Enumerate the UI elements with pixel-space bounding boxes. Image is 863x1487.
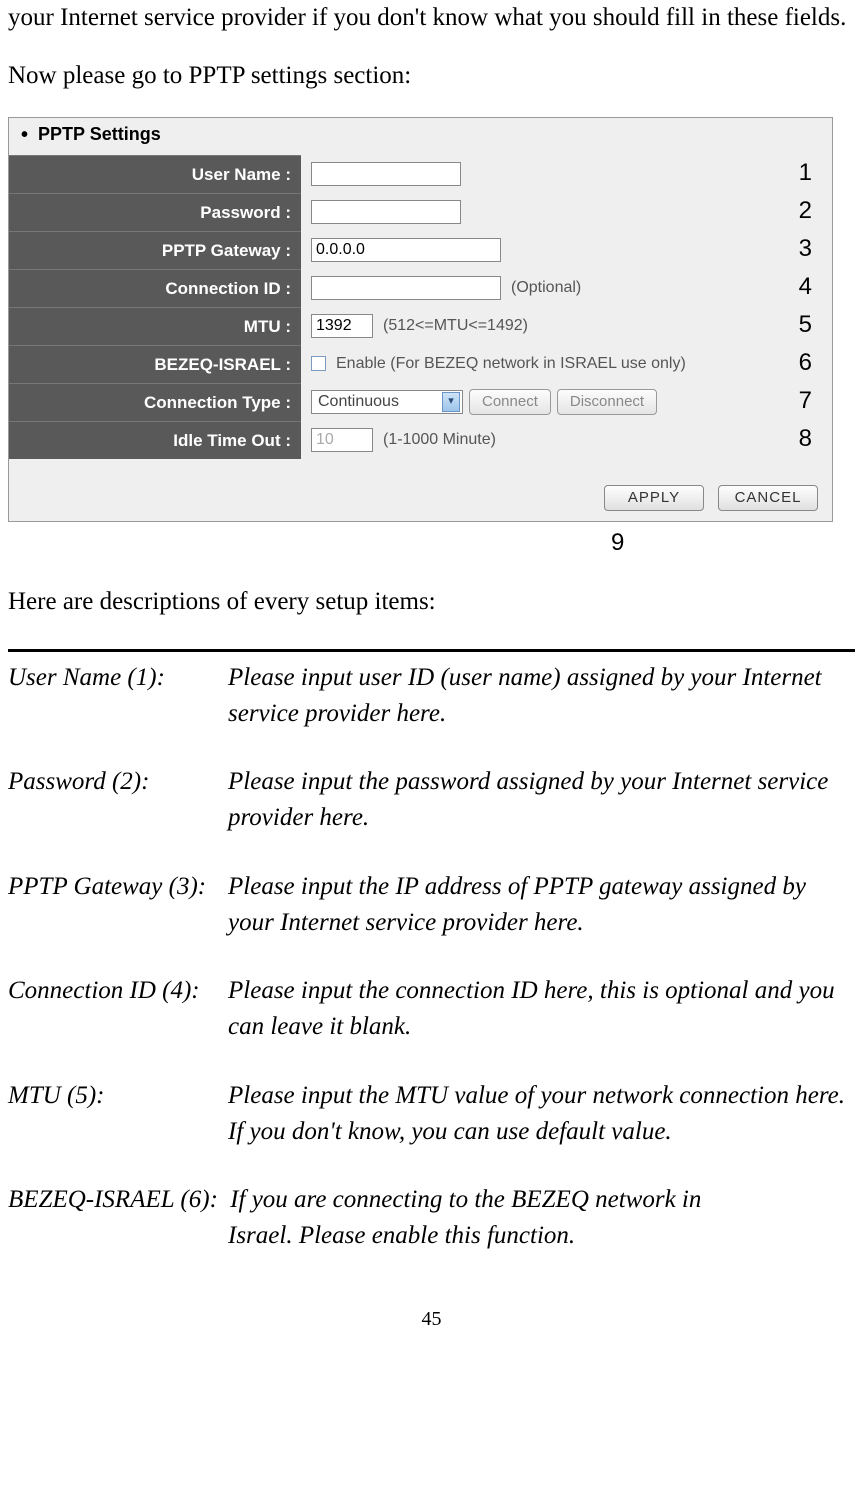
label-pptp-gateway: PPTP Gateway : xyxy=(9,231,301,269)
checkbox-bezeq[interactable] xyxy=(311,356,326,371)
annotation-2: 2 xyxy=(799,194,812,229)
annotation-5: 5 xyxy=(799,308,812,343)
disconnect-button[interactable]: Disconnect xyxy=(557,389,657,415)
desc-term: Password (2): xyxy=(8,764,228,837)
select-connection-type[interactable]: Continuous ▾ xyxy=(311,390,463,414)
input-mtu[interactable] xyxy=(311,314,373,338)
label-connection-id: Connection ID : xyxy=(9,269,301,307)
desc-item-password: Password (2): Please input the password … xyxy=(8,764,855,837)
desc-def: Please input the MTU value of your netwo… xyxy=(228,1078,855,1151)
annotation-8: 8 xyxy=(799,422,812,457)
label-user-name: User Name : xyxy=(9,155,301,193)
row-idle-timeout: Idle Time Out : (1-1000 Minute) xyxy=(9,421,832,459)
desc-def-cont: Israel. Please enable this function. xyxy=(228,1218,855,1254)
row-connection-type: Connection Type : Continuous ▾ Connect D… xyxy=(9,383,832,421)
panel-title: PPTP Settings xyxy=(9,118,832,155)
chevron-down-icon: ▾ xyxy=(442,392,460,412)
page-number: 45 xyxy=(8,1305,855,1334)
desc-item-mtu: MTU (5): Please input the MTU value of y… xyxy=(8,1078,855,1151)
button-row: APPLY CANCEL xyxy=(9,459,832,521)
row-user-name: User Name : xyxy=(9,155,832,193)
annotation-6: 6 xyxy=(799,346,812,381)
desc-def: If you are connecting to the BEZEQ netwo… xyxy=(230,1186,701,1213)
desc-def: Please input the connection ID here, thi… xyxy=(228,973,855,1046)
row-connection-id: Connection ID : (Optional) xyxy=(9,269,832,307)
input-idle-timeout[interactable] xyxy=(311,428,373,452)
annotation-7: 7 xyxy=(799,384,812,419)
select-connection-type-value: Continuous xyxy=(318,390,399,413)
intro-text-2: Now please go to PPTP settings section: xyxy=(8,58,855,94)
hint-connection-id: (Optional) xyxy=(511,276,581,299)
intro-text-1: your Internet service provider if you do… xyxy=(8,0,855,36)
annotation-9: 9 xyxy=(611,526,631,561)
hint-idle-timeout: (1-1000 Minute) xyxy=(383,428,496,451)
annotation-3: 3 xyxy=(799,232,812,267)
label-bezeq: BEZEQ-ISRAEL : xyxy=(9,345,301,383)
descriptions-heading: Here are descriptions of every setup ite… xyxy=(8,584,855,620)
desc-term: Connection ID (4): xyxy=(8,973,228,1046)
pptp-settings-panel: PPTP Settings User Name : Password : PPT… xyxy=(8,117,833,522)
annotation-4: 4 xyxy=(799,270,812,305)
input-user-name[interactable] xyxy=(311,162,461,186)
desc-item-bezeq: BEZEQ-ISRAEL (6): If you are connecting … xyxy=(8,1182,855,1255)
desc-term: User Name (1): xyxy=(8,660,228,733)
descriptions-block: User Name (1): Please input user ID (use… xyxy=(8,649,855,1255)
desc-def: Please input user ID (user name) assigne… xyxy=(228,660,855,733)
label-idle-timeout: Idle Time Out : xyxy=(9,421,301,459)
annotation-1: 1 xyxy=(799,156,812,191)
hint-mtu: (512<=MTU<=1492) xyxy=(383,314,528,337)
desc-def: Please input the IP address of PPTP gate… xyxy=(228,869,855,942)
row-pptp-gateway: PPTP Gateway : xyxy=(9,231,832,269)
cancel-button[interactable]: CANCEL xyxy=(718,485,818,511)
label-password: Password : xyxy=(9,193,301,231)
input-connection-id[interactable] xyxy=(311,276,501,300)
apply-button[interactable]: APPLY xyxy=(604,485,704,511)
desc-term: MTU (5): xyxy=(8,1078,228,1151)
desc-def: Please input the password assigned by yo… xyxy=(228,764,855,837)
input-password[interactable] xyxy=(311,200,461,224)
connect-button[interactable]: Connect xyxy=(469,389,551,415)
desc-item-user-name: User Name (1): Please input user ID (use… xyxy=(8,660,855,733)
desc-term: BEZEQ-ISRAEL (6): xyxy=(8,1186,218,1213)
row-password: Password : xyxy=(9,193,832,231)
desc-item-pptp-gateway: PPTP Gateway (3): Please input the IP ad… xyxy=(8,869,855,942)
desc-term: PPTP Gateway (3): xyxy=(8,869,228,942)
row-bezeq: BEZEQ-ISRAEL : Enable (For BEZEQ network… xyxy=(9,345,832,383)
label-mtu: MTU : xyxy=(9,307,301,345)
hint-bezeq: Enable (For BEZEQ network in ISRAEL use … xyxy=(336,352,686,375)
label-connection-type: Connection Type : xyxy=(9,383,301,421)
input-pptp-gateway[interactable] xyxy=(311,238,501,262)
desc-item-connection-id: Connection ID (4): Please input the conn… xyxy=(8,973,855,1046)
row-mtu: MTU : (512<=MTU<=1492) xyxy=(9,307,832,345)
